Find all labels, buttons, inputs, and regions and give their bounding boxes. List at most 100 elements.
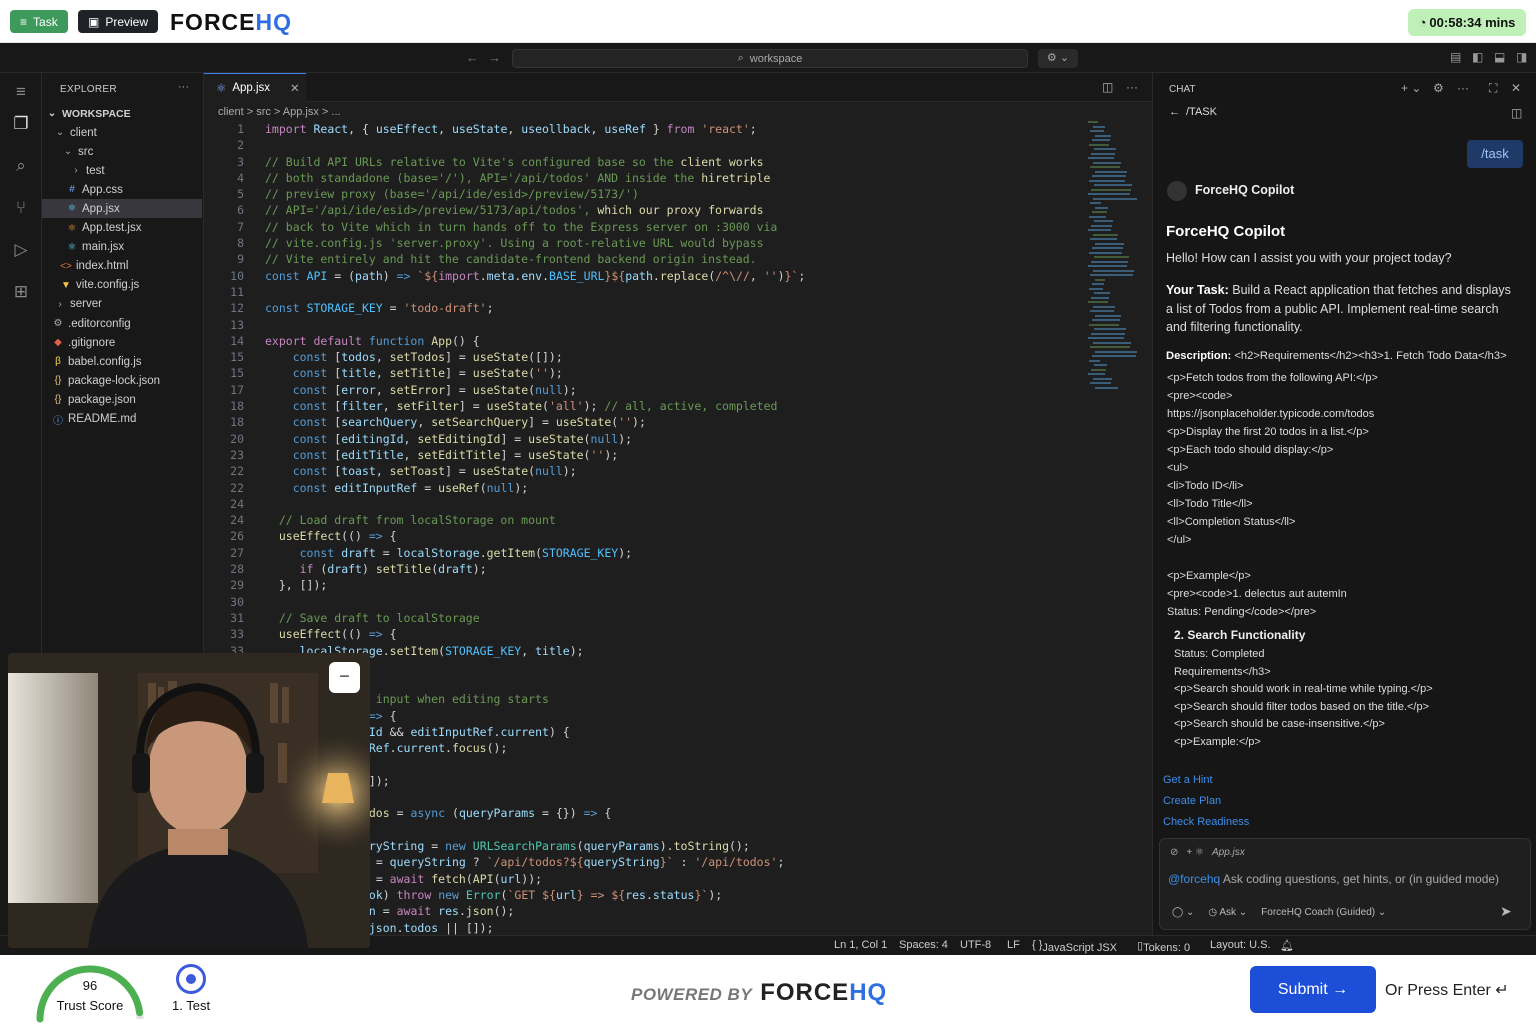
tree-item-test[interactable]: › test (42, 161, 202, 180)
tab-app-jsx[interactable]: ⚛ App.jsx ✕ (204, 73, 306, 102)
tree-item-index-html[interactable]: <> index.html (42, 257, 202, 276)
workspace-search-label: workspace (749, 52, 803, 65)
chat-input-box[interactable]: ⊘ + ⚛ App.jsx @forcehq Ask coding question… (1159, 838, 1531, 930)
line-number: 9 (237, 252, 244, 267)
minimap-line (1091, 152, 1115, 155)
bell-icon[interactable]: 🔔︎ (1280, 939, 1294, 952)
editor-tabs: ⚛ App.jsx ✕ ◫ ··· (204, 73, 1152, 102)
add-icon[interactable]: + ⌄ (1401, 81, 1421, 95)
source-control-icon[interactable]: ⑂ (10, 197, 32, 219)
line-numbers: 1 2 3 4 5 6 7 8 9 10 11 12 13 14 15 15 17 18 18 20 23 22 22 24 2… (204, 121, 244, 659)
encoding-status[interactable]: UTF-8 (960, 939, 991, 951)
more-icon[interactable]: ··· (178, 81, 189, 93)
cursor-position[interactable]: Ln 1, Col 1 (834, 939, 887, 951)
minimap-line (1093, 233, 1118, 236)
panel-bottom-icon[interactable]: ⬓ (1494, 50, 1505, 64)
more-icon[interactable]: ··· (1126, 80, 1138, 94)
minimap-line (1091, 224, 1112, 227)
eol-status[interactable]: LF (1007, 939, 1020, 951)
search-icon[interactable]: ⌕ (10, 155, 32, 177)
bot-name: ForceHQ Copilot (1195, 183, 1295, 197)
gear-icon: ⚙ (53, 318, 63, 329)
tree-item-app-css[interactable]: # App.css (42, 180, 202, 199)
submit-button[interactable]: Submit → (1250, 966, 1376, 1013)
layout-icon[interactable]: ▤ (1450, 50, 1461, 64)
run-debug-icon[interactable]: ▷ (10, 239, 32, 261)
tree-item-app-jsx[interactable]: ⚛ App.jsx (42, 199, 202, 219)
sidebar-right-icon[interactable]: ◨ (1516, 50, 1527, 64)
tree-item-main-jsx[interactable]: ⚛ main.jsx (42, 238, 202, 257)
chat-link-get-a-hint[interactable]: Get a Hint (1163, 770, 1249, 791)
minimize-webcam-button[interactable]: − (329, 662, 360, 693)
back-arrow-icon[interactable]: ← (466, 50, 479, 65)
tree-item-label: App.jsx (82, 202, 120, 215)
tree-item-label: README.md (68, 413, 137, 425)
minimap-line (1092, 247, 1123, 249)
chat-link-create-plan[interactable]: Create Plan (1163, 791, 1249, 812)
tree-item-server[interactable]: › server (42, 295, 202, 314)
sidebar-left-icon[interactable]: ◧ (1472, 50, 1483, 64)
line-number: 27 (230, 545, 244, 560)
preview-button[interactable]: ▣ Preview (78, 10, 159, 33)
line-number: 18 (230, 415, 244, 430)
minimap-line (1093, 197, 1137, 200)
tree-item-package-json[interactable]: {} package.json (42, 390, 202, 409)
panel-icon[interactable]: ◫ (1511, 106, 1522, 120)
send-icon[interactable]: ➤ (1500, 903, 1512, 920)
tree-item-readme-md[interactable]: ⓘ README.md (42, 410, 202, 429)
info-icon: ⓘ (53, 415, 63, 427)
tree-item-app-test-jsx[interactable]: ⚛ App.test.jsx (42, 219, 202, 238)
tree-item-gitignore[interactable]: ◆ .gitignore (42, 333, 202, 352)
tree-item-label: package.json (68, 393, 136, 406)
description-line: <ll>Completion Status</ll> (1167, 516, 1296, 528)
line-number: 28 (230, 562, 244, 577)
tree-item-client[interactable]: ⌄ client (42, 123, 202, 142)
section-2-line: <p>Search should work in real-time while… (1174, 683, 1433, 695)
task-button[interactable]: ≡ Task (10, 10, 68, 33)
layout-status[interactable]: Layout: U.S. (1210, 939, 1271, 951)
copilot-toggle[interactable]: ⚙ ⌄ (1038, 49, 1078, 68)
tree-item-package-lock-json[interactable]: {} package-lock.json (42, 371, 202, 390)
minimap[interactable] (1088, 121, 1138, 391)
workspace-search[interactable]: ⌕ workspace (512, 49, 1028, 68)
back-to-task[interactable]: ←/TASK (1169, 106, 1217, 118)
trust-score-label: Trust Score (56, 998, 124, 1013)
react-icon: ⚛ (67, 241, 77, 253)
maximize-icon[interactable]: ⛶ (1489, 81, 1497, 96)
forward-arrow-icon[interactable]: → (488, 50, 501, 65)
tree-item-vite-config-js[interactable]: ▼ vite.config.js (42, 276, 202, 295)
tree-item-editorconfig[interactable]: ⚙ .editorconfig (42, 314, 202, 333)
extensions-icon[interactable]: ⊞ (10, 281, 32, 303)
close-icon[interactable]: ✕ (290, 81, 300, 95)
tree-item-label: test (86, 164, 105, 177)
indent-status[interactable]: Spaces: 4 (899, 939, 948, 951)
ide-title-bar: ← → ⌕ workspace ⚙ ⌄ ▤ ◧ ⬓ ◨ (0, 43, 1536, 73)
tree-item-label: index.html (76, 260, 129, 273)
braces-icon: {} (54, 394, 62, 406)
line-number: 26 (230, 529, 244, 544)
settings-icon[interactable]: ⚙ (1433, 81, 1444, 95)
close-icon[interactable]: ✕ (1511, 81, 1521, 95)
minimap-line (1095, 278, 1105, 281)
hamburger-icon[interactable]: ≡ (10, 81, 32, 103)
minimap-line (1095, 350, 1137, 353)
tree-item-babel-config-js[interactable]: β babel.config.js (42, 352, 202, 371)
tokens-status[interactable]: ▯ Tokens: 0 (1137, 939, 1190, 954)
more-icon[interactable]: ··· (1457, 81, 1469, 95)
line-number: 30 (230, 594, 244, 609)
code-content[interactable]: import React, { useEffect, useState, use… (265, 121, 1125, 936)
files-icon[interactable]: ❐ (10, 113, 32, 135)
chat-link-check-readiness[interactable]: Check Readiness (1163, 812, 1249, 833)
chat-input[interactable]: @forcehq Ask coding questions, get hints… (1168, 872, 1499, 886)
description-line: <p>Fetch todos from the following API:</… (1167, 372, 1378, 384)
tree-item-src[interactable]: ⌄ src (42, 142, 202, 161)
minimap-line (1094, 220, 1113, 222)
language-status[interactable]: { } JavaScript JSX (1032, 939, 1117, 954)
split-editor-icon[interactable]: ◫ (1102, 80, 1113, 94)
tree-item-label: babel.config.js (68, 355, 142, 368)
mode-select[interactable]: ◷ Ask ⌄ (1208, 907, 1247, 918)
breadcrumb[interactable]: client > src > App.jsx > ... (218, 106, 341, 118)
chat-mode-icon[interactable]: ◯ ⌄ (1172, 907, 1194, 918)
coach-select[interactable]: ForceHQ Coach (Guided) ⌄ (1261, 907, 1386, 918)
workspace-header[interactable]: ⌄ WORKSPACE (46, 104, 206, 123)
